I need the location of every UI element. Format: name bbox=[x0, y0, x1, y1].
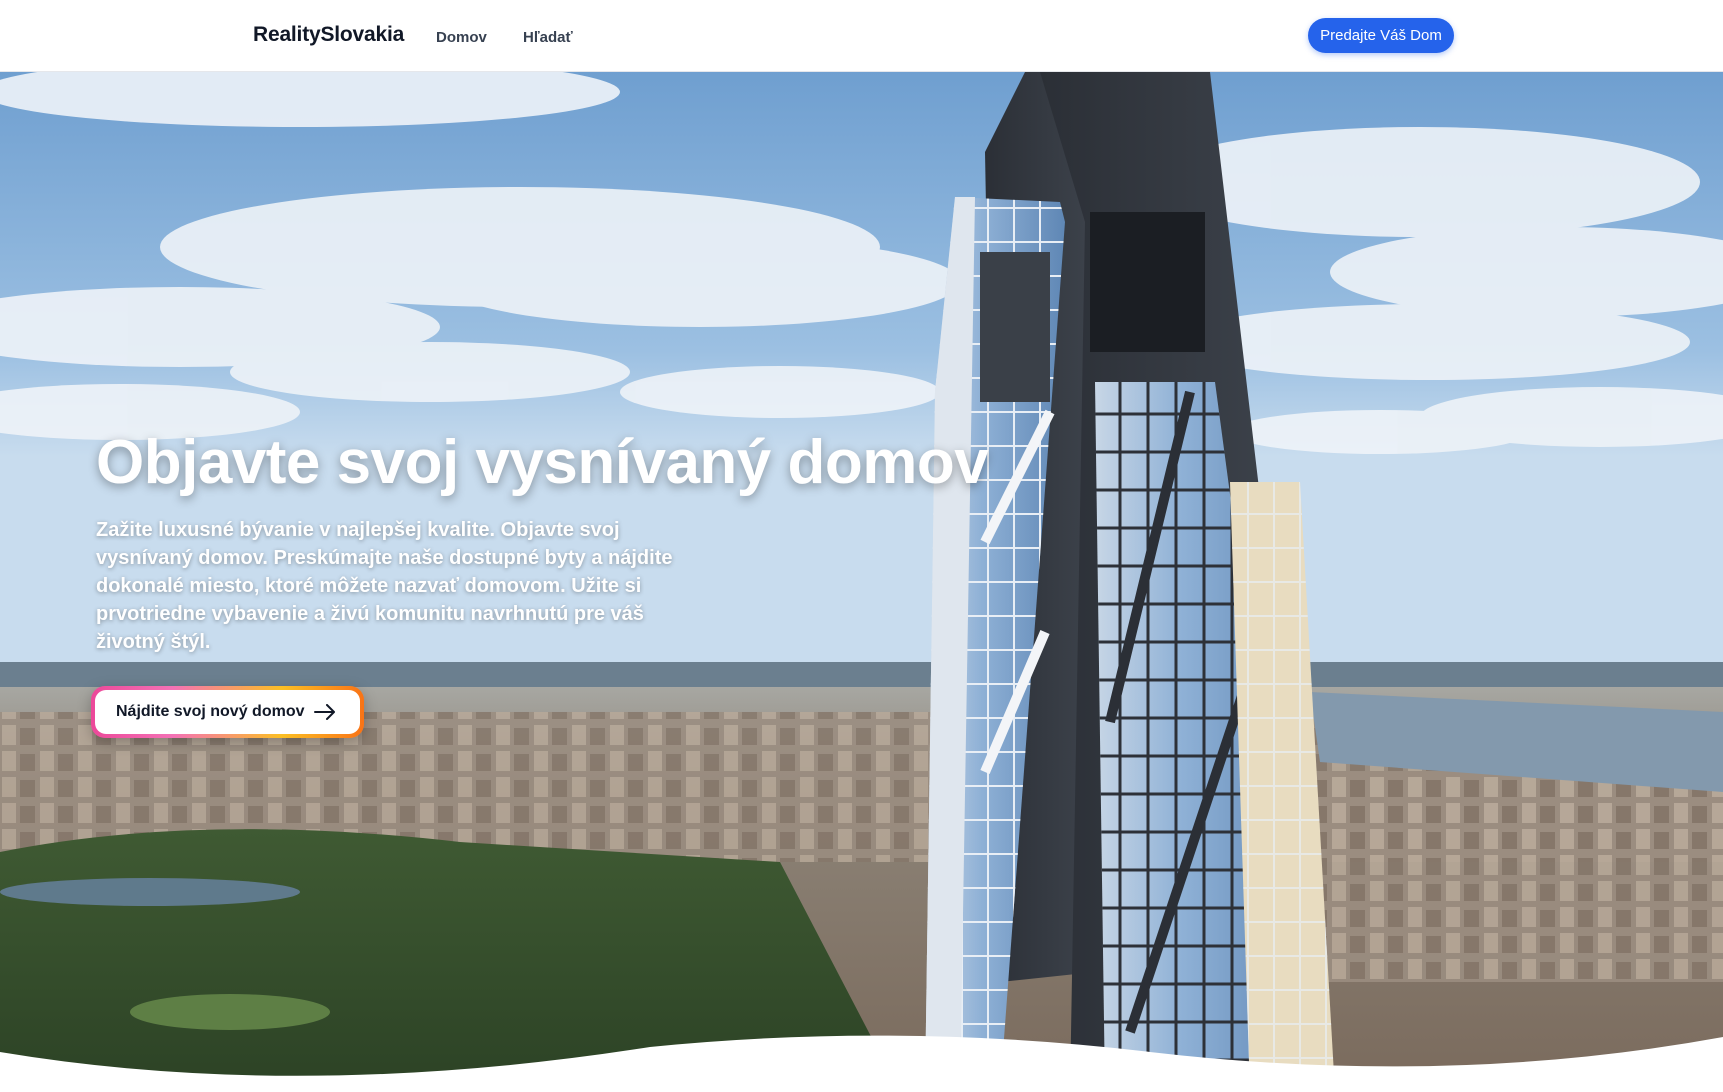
nav-link-home[interactable]: Domov bbox=[436, 29, 487, 46]
hero-description: Zažite luxusné bývanie v najlepšej kvali… bbox=[96, 519, 673, 653]
hero-section: Objavte svoj vysnívaný domov Zažite luxu… bbox=[0, 72, 1723, 1092]
sell-home-button[interactable]: Predajte Váš Dom bbox=[1308, 18, 1454, 53]
hero-title: Objavte svoj vysnívaný domov bbox=[96, 428, 989, 497]
arrow-right-icon bbox=[314, 704, 336, 720]
brand-logo[interactable]: RealitySlovakia bbox=[253, 23, 404, 47]
site-header: RealitySlovakia Domov Hľadať Predajte Vá… bbox=[0, 0, 1723, 72]
nav-link-search[interactable]: Hľadať bbox=[523, 29, 573, 46]
find-home-button[interactable]: Nájdite svoj nový domov bbox=[91, 686, 364, 738]
hero-bottom-wave bbox=[0, 1035, 1723, 1092]
find-home-button-label: Nájdite svoj nový domov bbox=[116, 703, 305, 720]
find-home-button-inner[interactable]: Nájdite svoj nový domov bbox=[95, 690, 360, 734]
